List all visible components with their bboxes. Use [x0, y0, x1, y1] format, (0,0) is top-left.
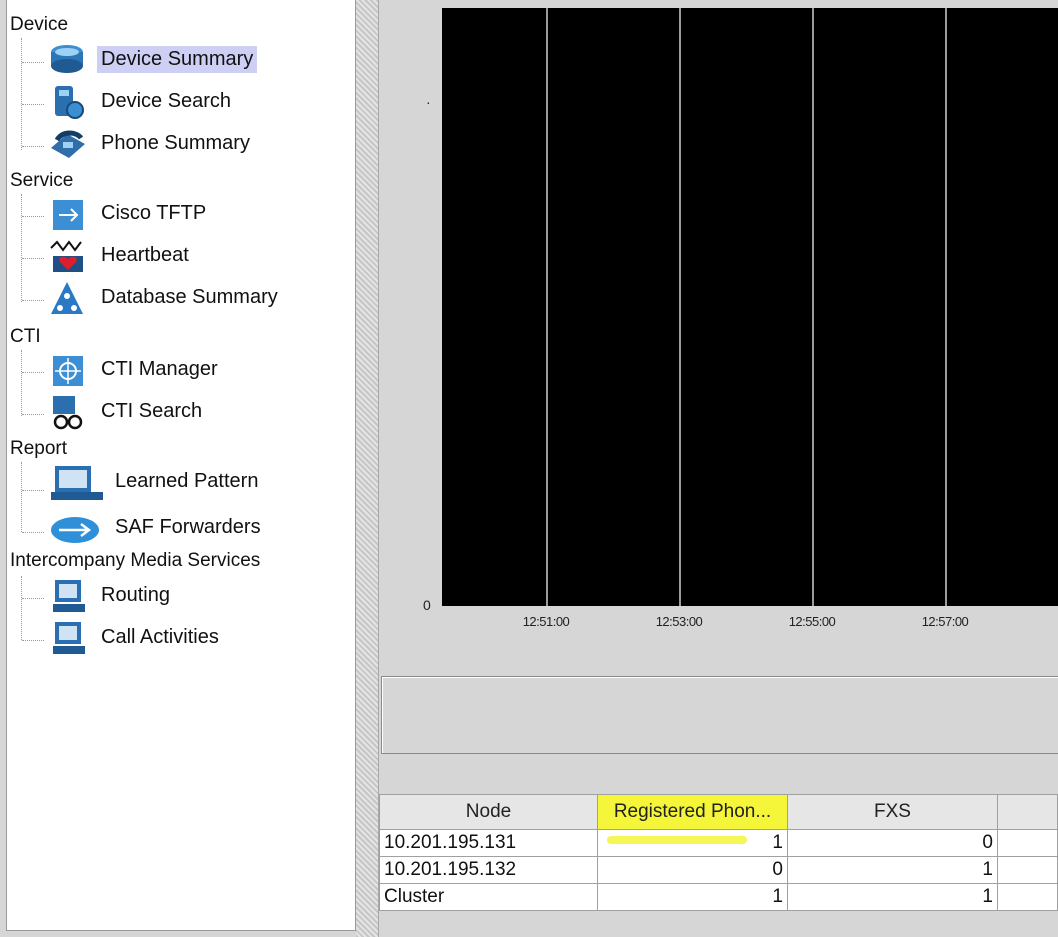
database-summary-label: Database Summary: [101, 286, 278, 308]
table-cell: 1: [597, 883, 788, 911]
chart-gridline: [546, 8, 548, 606]
cti-search-icon: [47, 394, 89, 432]
phone-summary-icon: [47, 126, 89, 164]
cti-manager-label: CTI Manager: [101, 358, 218, 380]
device-search-label: Device Search: [101, 90, 232, 112]
table-row[interactable]: Cluster 1 1: [379, 883, 1058, 911]
x-axis-tick-label: 12:51:00: [522, 614, 570, 629]
table-cell: 1: [787, 883, 998, 911]
pane-splitter[interactable]: [356, 0, 379, 937]
performance-chart: [442, 8, 1058, 606]
device-search-icon: [47, 84, 89, 122]
learned-pattern-label: Learned Pattern: [115, 470, 259, 492]
routing-icon: [47, 578, 89, 616]
x-axis-tick-label: 12:57:00: [921, 614, 969, 629]
node-summary-table: Node Registered Phon... FXS 10.201.195.1…: [379, 794, 1058, 911]
x-axis-tick-label: 12:53:00: [655, 614, 703, 629]
saf-forwarders-label: SAF Forwarders: [115, 516, 261, 538]
table-cell-extra: [997, 829, 1058, 857]
column-header-extra[interactable]: [997, 794, 1058, 830]
cti-manager-icon: [47, 352, 89, 390]
x-axis-tick-label: 12:55:00: [788, 614, 836, 629]
heartbeat-icon: [47, 238, 89, 276]
table-cell: Cluster: [379, 883, 598, 911]
category-cti[interactable]: CTI: [10, 326, 41, 348]
device-summary-icon: [47, 42, 89, 80]
chart-gridline: [945, 8, 947, 606]
table-cell: 0: [787, 829, 998, 857]
cisco-tftp-label: Cisco TFTP: [101, 202, 207, 224]
category-device[interactable]: Device: [10, 14, 68, 36]
category-service[interactable]: Service: [10, 170, 73, 192]
table-cell: 0: [597, 856, 788, 884]
table-row[interactable]: 10.201.195.132 0 1: [379, 856, 1058, 884]
call-activities-icon: [47, 620, 89, 658]
navigation-tree: Device Device Summary Device Search Phon…: [6, 0, 356, 931]
chart-gridline: [679, 8, 681, 606]
y-axis-tick-label: 0: [423, 597, 431, 613]
category-intercompany-media-services[interactable]: Intercompany Media Services: [10, 550, 260, 572]
main-panel: · 0 12:51:00 12:53:00 12:55:00 12:57:00 Nod…: [379, 0, 1058, 937]
device-summary-label: Device Summary: [97, 46, 258, 73]
column-header-registered-phones[interactable]: Registered Phon...: [597, 794, 788, 830]
table-cell: 10.201.195.131: [379, 829, 598, 857]
table-cell-extra: [997, 856, 1058, 884]
chart-info-panel: [381, 676, 1058, 754]
learned-pattern-icon: [47, 464, 103, 502]
heartbeat-label: Heartbeat: [101, 244, 189, 266]
call-activities-label: Call Activities: [101, 626, 219, 648]
phone-summary-label: Phone Summary: [101, 132, 250, 154]
table-header-row: Node Registered Phon... FXS: [379, 794, 1058, 830]
cti-search-label: CTI Search: [101, 400, 203, 422]
highlight-mark: [607, 836, 747, 844]
category-report[interactable]: Report: [10, 438, 67, 460]
saf-forwarders-icon: [47, 510, 103, 548]
routing-label: Routing: [101, 584, 170, 606]
table-cell-extra: [997, 883, 1058, 911]
table-cell: 10.201.195.132: [379, 856, 598, 884]
y-axis-tick-mark: ·: [426, 94, 431, 110]
column-header-node[interactable]: Node: [379, 794, 598, 830]
chart-gridline: [812, 8, 814, 606]
table-cell: 1: [787, 856, 998, 884]
cisco-tftp-icon: [47, 196, 89, 234]
database-summary-icon: [47, 280, 89, 318]
column-header-fxs[interactable]: FXS: [787, 794, 998, 830]
